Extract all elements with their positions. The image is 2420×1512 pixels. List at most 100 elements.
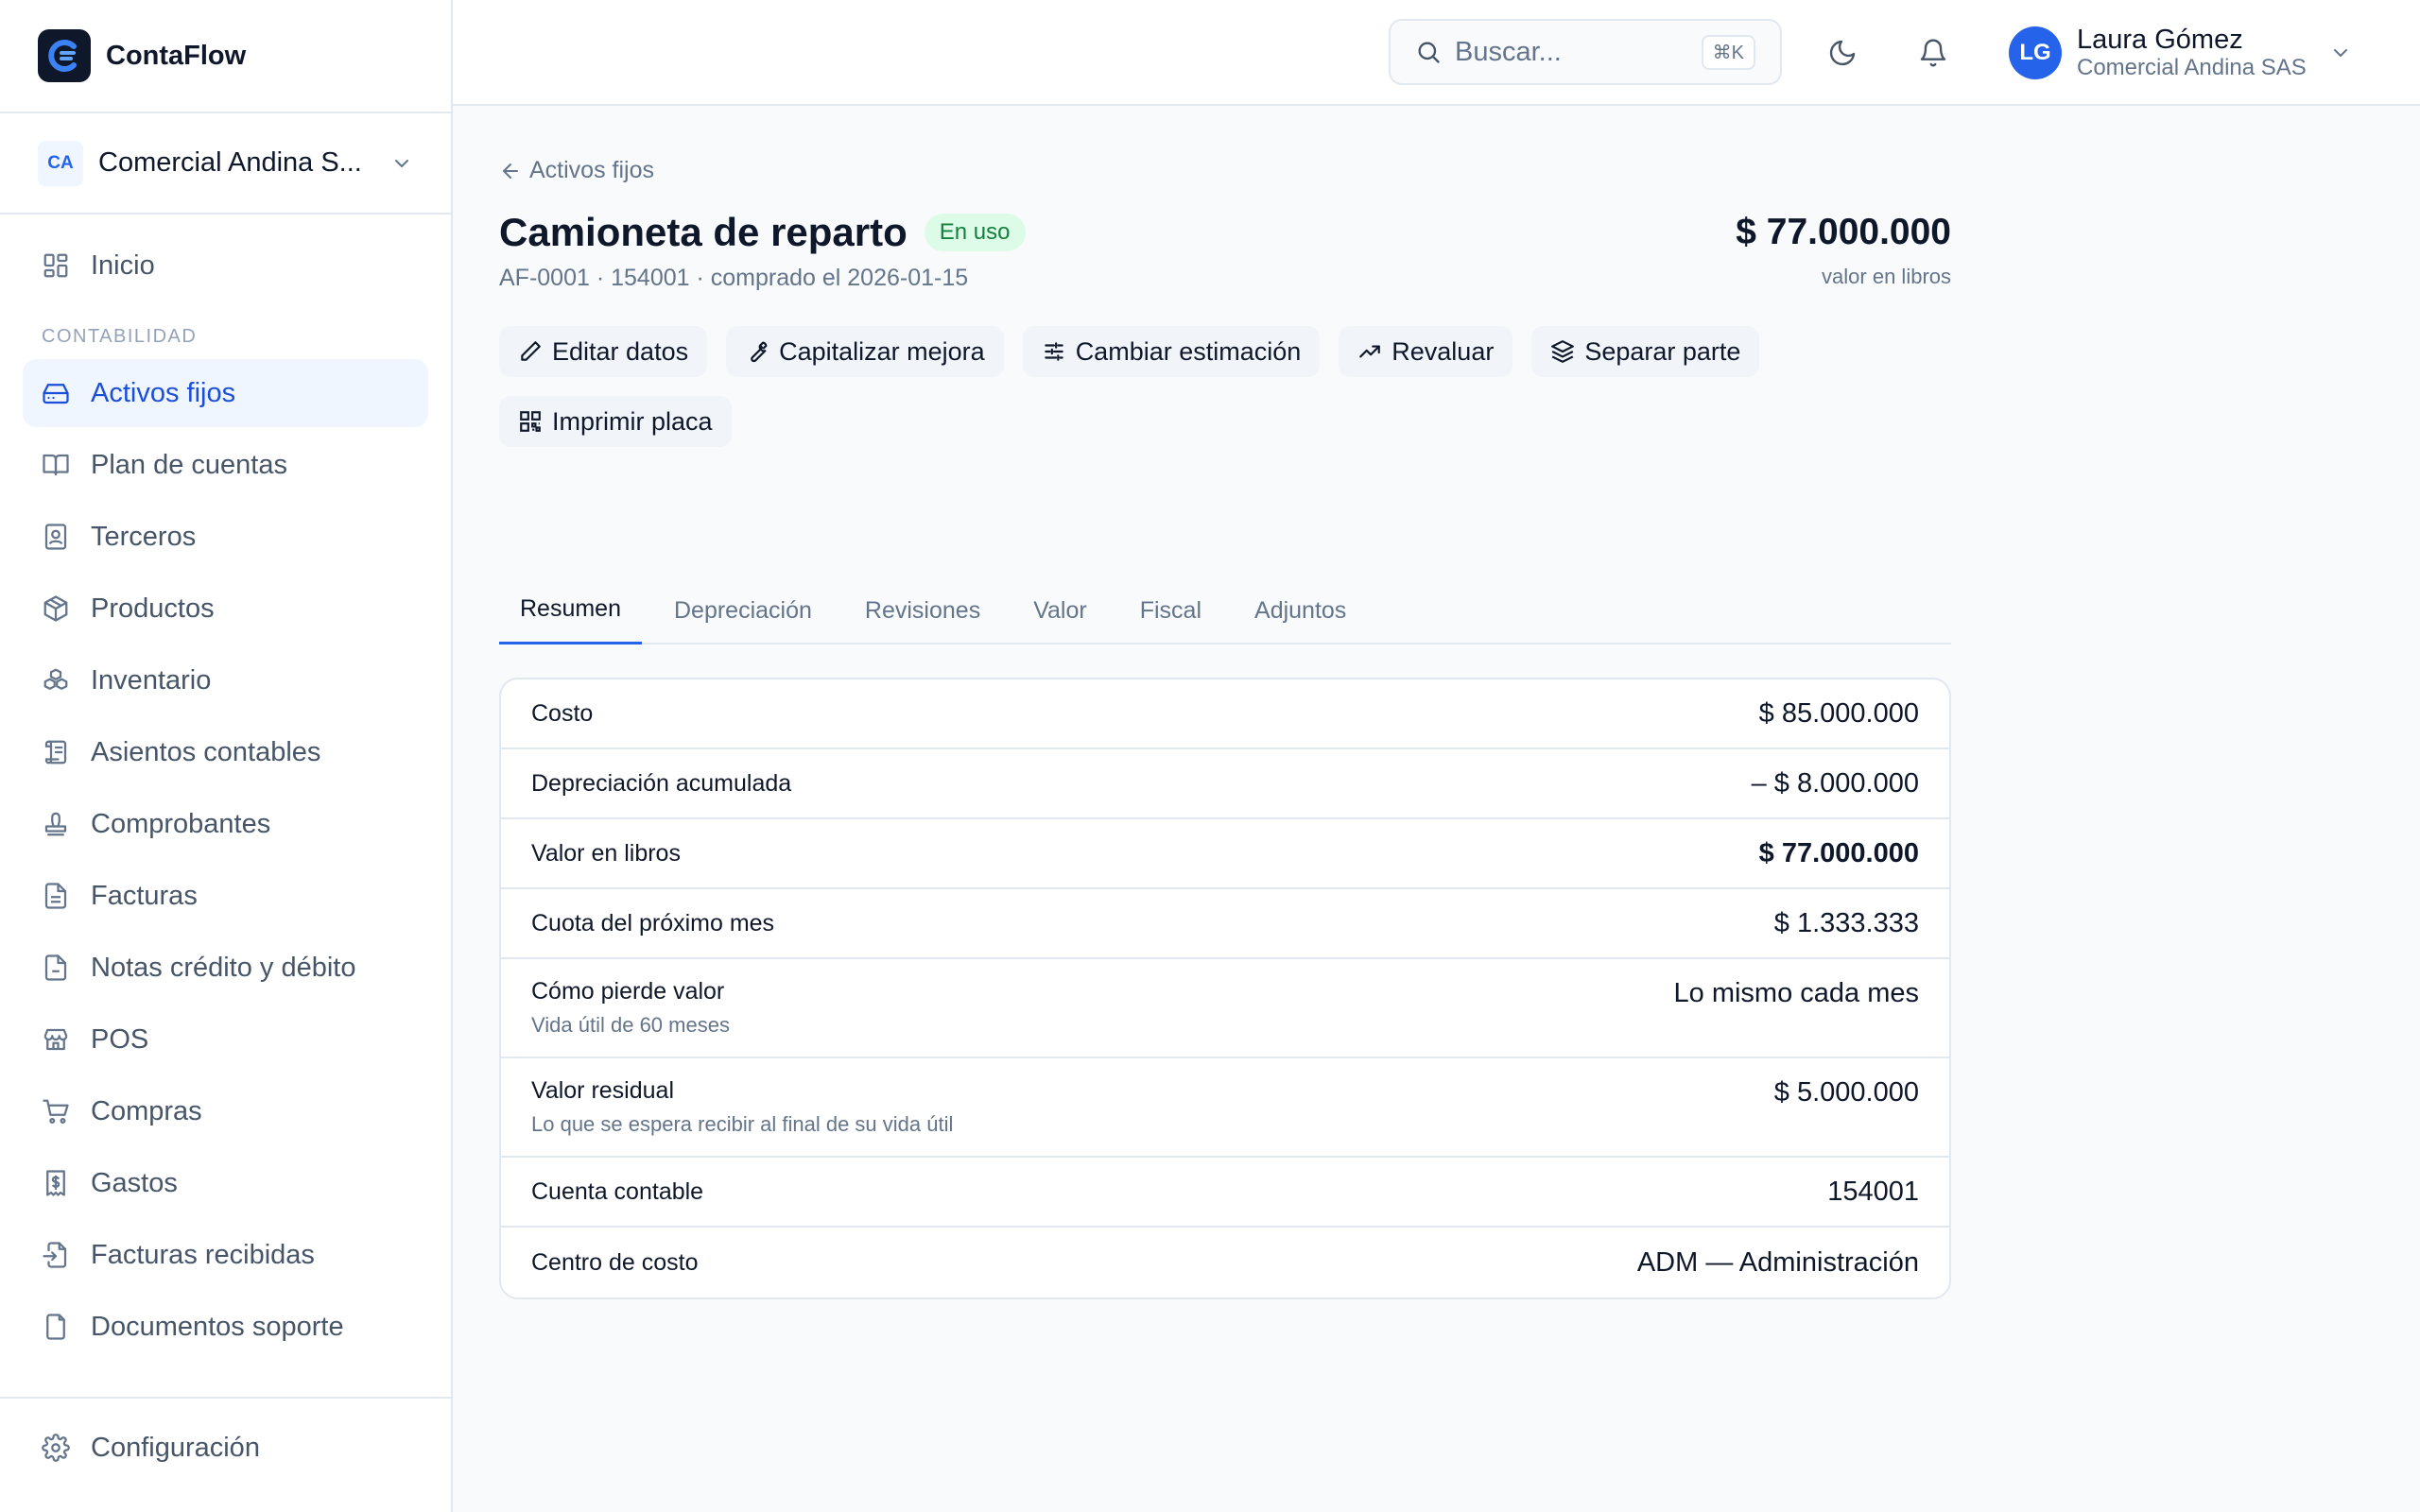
status-badge: En uso [924,214,1026,251]
sidebar-item-facturas-recibidas[interactable]: Facturas recibidas [23,1221,428,1289]
sliders-icon [1042,339,1076,364]
title-row: Camioneta de reparto En uso [499,210,1026,255]
book-icon [40,449,72,481]
sidebar-item-comprobantes[interactable]: Comprobantes [23,790,428,858]
stamp-icon [40,808,72,840]
search-icon [1415,39,1442,65]
tab-fiscal[interactable]: Fiscal [1119,576,1222,644]
chevron-down-icon [390,152,413,175]
sidebar-item-activos-fijos[interactable]: Activos fijos [23,359,428,427]
sidebar-item-gastos[interactable]: Gastos [23,1149,428,1217]
tab-revisiones[interactable]: Revisiones [844,576,1001,644]
sidebar-item-label: Asientos contables [91,736,321,767]
back-link-label: Activos fijos [529,157,654,183]
moon-icon[interactable] [1824,34,1861,72]
revalue-button[interactable]: Revaluar [1339,326,1513,377]
split-part-button[interactable]: Separar parte [1531,326,1760,377]
sidebar: ContaFlow CA Comercial Andina S... Inici… [0,0,453,1512]
action-label: Editar datos [552,336,689,366]
row-value: $ 5.000.000 [1773,1077,1919,1108]
pencil-icon [518,339,552,364]
sidebar-footer: Configuración [0,1397,451,1486]
user-menu[interactable]: LG Laura Gómez Comercial Andina SAS [2009,25,2352,81]
tab-depreciacion[interactable]: Depreciación [653,576,833,644]
company-switcher[interactable]: CA Comercial Andina S... [0,113,451,215]
summary-row-residual: Valor residual Lo que se espera recibir … [501,1058,1949,1158]
action-label: Cambiar estimación [1075,336,1302,366]
avatar: LG [2009,26,2062,79]
arrow-left-icon [499,160,529,182]
action-label: Imprimir placa [552,406,713,436]
sidebar-item-compras[interactable]: Compras [23,1077,428,1145]
sidebar-item-inventario[interactable]: Inventario [23,646,428,714]
sidebar-item-label: Notas crédito y débito [91,952,356,983]
sidebar-item-label: POS [91,1023,149,1055]
row-label: Depreciación acumulada [531,769,792,797]
sidebar-item-label: Gastos [91,1167,178,1198]
company-name: Comercial Andina S... [98,147,362,178]
row-value: $ 85.000.000 [1758,697,1919,729]
sidebar-item-asientos-contables[interactable]: Asientos contables [23,718,428,786]
user-name: Laura Gómez [2077,25,2243,55]
row-value: $ 77.000.000 [1758,837,1919,868]
tab-resumen[interactable]: Resumen [499,576,642,644]
scroll-icon [40,736,72,768]
summary-card: Costo $ 85.000.000 Depreciación acumulad… [499,678,1951,1299]
tab-valor[interactable]: Valor [1012,576,1108,644]
sidebar-item-inicio[interactable]: Inicio [23,232,428,300]
contact-icon [40,521,72,553]
sidebar-item-label: Inventario [91,664,212,696]
sidebar-item-plan-de-cuentas[interactable]: Plan de cuentas [23,431,428,499]
action-label: Capitalizar mejora [779,336,985,366]
row-sublabel: Vida útil de 60 meses [531,1013,730,1037]
sidebar-item-label: Activos fijos [91,377,236,408]
row-label: Cuota del próximo mes [531,909,775,936]
book-value: $ 77.000.000 [1736,212,1951,252]
search-shortcut: ⌘K [1701,34,1755,70]
row-value: Lo mismo cada mes [1673,978,1920,1008]
package-icon [40,593,72,625]
edit-data-button[interactable]: Editar datos [499,326,708,377]
nav-section-title: CONTABILIDAD [42,326,198,347]
summary-row-costo: Costo $ 85.000.000 [501,679,1949,749]
file-copy-icon [40,1311,72,1343]
sidebar-item-pos[interactable]: POS [23,1005,428,1074]
asset-subtitle: AF-0001 · 154001 · comprado el 2026-01-1… [499,265,969,291]
tab-adjuntos[interactable]: Adjuntos [1234,576,1367,644]
bell-icon[interactable] [1914,34,1952,72]
back-link[interactable]: Activos fijos [499,157,654,184]
sidebar-item-label: Plan de cuentas [91,449,287,480]
print-tag-button[interactable]: Imprimir placa [499,396,732,447]
summary-row-valor-libros: Valor en libros $ 77.000.000 [501,819,1949,889]
sidebar-item-notas-credito-debito[interactable]: Notas crédito y débito [23,934,428,1002]
capitalize-improvement-button[interactable]: Capitalizar mejora [726,326,1004,377]
store-icon [40,1023,72,1056]
brand[interactable]: ContaFlow [0,0,451,113]
sidebar-item-facturas[interactable]: Facturas [23,862,428,930]
sidebar-item-label: Comprobantes [91,808,271,839]
sidebar-item-label: Compras [91,1095,202,1126]
sidebar-item-terceros[interactable]: Terceros [23,503,428,571]
layers-icon [1550,339,1584,364]
sidebar-nav: Inicio CONTABILIDAD Activos fijos Plan d… [0,215,451,1361]
row-value: ADM — Administración [1636,1246,1919,1278]
search-input[interactable]: Buscar... ⌘K [1389,19,1782,85]
wrench-icon [745,339,779,364]
cart-icon [40,1095,72,1127]
file-text-icon [40,880,72,912]
sidebar-item-documentos-soporte[interactable]: Documentos soporte [23,1293,428,1361]
row-label-group: Cómo pierde valor Vida útil de 60 meses [531,978,730,1038]
boxes-icon [40,664,72,696]
company-badge: CA [38,140,83,186]
sidebar-item-productos[interactable]: Productos [23,575,428,643]
sidebar-item-configuracion[interactable]: Configuración [23,1414,428,1482]
change-estimate-button[interactable]: Cambiar estimación [1022,326,1321,377]
user-company: Comercial Andina SAS [2077,55,2307,80]
hard-drive-icon [40,377,72,409]
page-title: Camioneta de reparto [499,210,908,254]
file-icon [40,952,72,984]
row-value: $ 1.333.333 [1773,907,1919,938]
row-label: Valor residual [531,1077,675,1104]
top-bar: Buscar... ⌘K LG Laura Gómez Comercial An… [453,0,2420,106]
chevron-down-icon [2329,42,2352,64]
